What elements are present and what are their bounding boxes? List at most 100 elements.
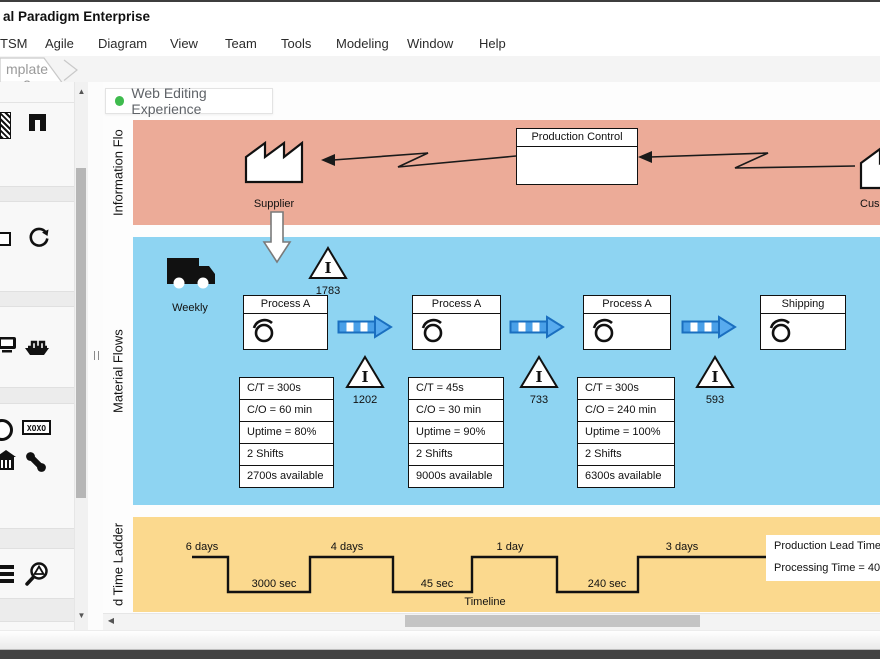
circular-arrow-icon[interactable] bbox=[26, 225, 50, 249]
phone-icon[interactable] bbox=[24, 449, 48, 473]
shipment-frequency-label: Weekly bbox=[156, 302, 224, 314]
palette-section-divider[interactable] bbox=[0, 528, 74, 549]
menu-diagram[interactable]: Diagram bbox=[98, 36, 147, 51]
menu-bar: TSM Agile Diagram View Team Tools Modeli… bbox=[0, 30, 880, 56]
menu-view[interactable]: View bbox=[170, 36, 198, 51]
push-arrow-icon[interactable] bbox=[337, 315, 393, 339]
process-title: Process A bbox=[584, 296, 670, 314]
lane-title-information[interactable]: Information Flo bbox=[105, 120, 131, 225]
supplier-factory-icon[interactable] bbox=[243, 136, 305, 186]
inventory-triangle-icon[interactable]: I bbox=[308, 245, 348, 281]
svg-text:I: I bbox=[711, 368, 718, 386]
timeline-title: Timeline bbox=[445, 596, 525, 608]
lead-time-summary-box[interactable]: Production Lead Time = Processing Time =… bbox=[766, 535, 880, 581]
inventory-count: 593 bbox=[695, 394, 735, 406]
tab-chevron-icon bbox=[64, 60, 77, 81]
data-row: C/T = 300s bbox=[578, 378, 674, 400]
wait-time-label: 4 days bbox=[317, 541, 377, 553]
monitor-icon[interactable] bbox=[0, 337, 18, 355]
svg-text:XOXO: XOXO bbox=[27, 424, 46, 433]
ring-shape-icon[interactable] bbox=[0, 419, 13, 441]
operator-icon bbox=[767, 317, 795, 345]
palette-section-divider[interactable] bbox=[0, 291, 74, 307]
go-see-magnifier-icon[interactable] bbox=[24, 561, 50, 587]
load-leveling-icon[interactable]: XOXO bbox=[22, 420, 51, 435]
truck-shipment-icon[interactable] bbox=[163, 246, 217, 294]
data-row: Uptime = 90% bbox=[409, 422, 503, 444]
small-box-icon[interactable] bbox=[0, 232, 11, 246]
data-row: C/T = 45s bbox=[409, 378, 503, 400]
push-arrow-icon[interactable] bbox=[681, 315, 737, 339]
palette-section-divider[interactable] bbox=[0, 186, 74, 202]
data-row: 2 Shifts bbox=[240, 444, 333, 466]
data-row: 6300s available bbox=[578, 466, 674, 487]
data-row: Uptime = 100% bbox=[578, 422, 674, 444]
stacked-bars-icon[interactable] bbox=[0, 563, 16, 585]
lane-title-material[interactable]: Material Flows bbox=[105, 237, 131, 505]
badge-label: Web Editing Experience bbox=[131, 85, 272, 117]
supplier-label: Supplier bbox=[235, 198, 313, 210]
workcell-icon[interactable] bbox=[26, 111, 49, 134]
palette-section-divider[interactable] bbox=[0, 387, 74, 404]
wait-time-label: 1 day bbox=[480, 541, 540, 553]
svg-text:I: I bbox=[535, 368, 542, 386]
push-arrow-icon[interactable] bbox=[509, 315, 565, 339]
process-data-box-2[interactable]: C/T = 45s C/O = 30 min Uptime = 90% 2 Sh… bbox=[408, 377, 504, 488]
data-row: C/T = 300s bbox=[240, 378, 333, 400]
hatched-shape-icon[interactable] bbox=[0, 112, 11, 139]
boat-icon[interactable] bbox=[24, 335, 50, 357]
process-time-label: 3000 sec bbox=[244, 578, 304, 590]
palette-section-divider[interactable] bbox=[0, 598, 74, 622]
operator-icon bbox=[590, 317, 618, 345]
shape-palette: XOXO bbox=[0, 82, 74, 630]
title-bar: al Paradigm Enterprise bbox=[0, 2, 880, 30]
production-control-box[interactable]: Production Control bbox=[516, 128, 638, 185]
lane-title-lead-time[interactable]: d Time Ladder bbox=[105, 517, 131, 612]
scroll-up-arrow[interactable]: ▲ bbox=[74, 86, 89, 98]
process-box-2[interactable]: Process A bbox=[412, 295, 501, 350]
canvas-hscrollbar-thumb[interactable] bbox=[405, 615, 700, 627]
process-data-box-1[interactable]: C/T = 300s C/O = 60 min Uptime = 80% 2 S… bbox=[239, 377, 334, 488]
process-title: Process A bbox=[413, 296, 500, 314]
customer-factory-icon[interactable] bbox=[858, 142, 880, 192]
shipping-box[interactable]: Shipping bbox=[760, 295, 846, 350]
diagram-canvas[interactable]: Information Flo Material Flows d Time La… bbox=[103, 82, 880, 613]
data-row: C/O = 240 min bbox=[578, 400, 674, 422]
green-status-dot-icon bbox=[115, 96, 124, 106]
wait-time-label: 6 days bbox=[172, 541, 232, 553]
splitter-grip-icon[interactable] bbox=[94, 351, 99, 360]
process-box-3[interactable]: Process A bbox=[583, 295, 671, 350]
operator-icon bbox=[419, 317, 447, 345]
scroll-left-arrow[interactable]: ◀ bbox=[103, 613, 119, 629]
palette-scrollbar-thumb[interactable] bbox=[76, 168, 86, 498]
data-row: C/O = 30 min bbox=[409, 400, 503, 422]
menu-tools[interactable]: Tools bbox=[281, 36, 311, 51]
process-time-label: 240 sec bbox=[577, 578, 637, 590]
data-row: C/O = 60 min bbox=[240, 400, 333, 422]
process-box-1[interactable]: Process A bbox=[243, 295, 328, 350]
inventory-triangle-icon[interactable]: I bbox=[345, 354, 385, 390]
menu-agile[interactable]: Agile bbox=[45, 36, 74, 51]
data-row: Uptime = 80% bbox=[240, 422, 333, 444]
processing-time: Processing Time = 40.3 bbox=[766, 557, 880, 579]
menu-team[interactable]: Team bbox=[225, 36, 257, 51]
svg-text:I: I bbox=[324, 259, 331, 277]
menu-help[interactable]: Help bbox=[479, 36, 506, 51]
process-data-box-3[interactable]: C/T = 300s C/O = 240 min Uptime = 100% 2… bbox=[577, 377, 675, 488]
inventory-triangle-icon[interactable]: I bbox=[519, 354, 559, 390]
web-editing-badge[interactable]: Web Editing Experience bbox=[105, 88, 273, 114]
data-row: 2 Shifts bbox=[578, 444, 674, 466]
building-icon[interactable] bbox=[0, 450, 16, 471]
inventory-count: 1202 bbox=[345, 394, 385, 406]
menu-vsm[interactable]: TSM bbox=[0, 36, 27, 51]
inventory-triangle-icon[interactable]: I bbox=[695, 354, 735, 390]
production-lead-time: Production Lead Time = bbox=[766, 535, 880, 557]
customer-label: Cus bbox=[860, 198, 880, 210]
process-time-label: 45 sec bbox=[407, 578, 467, 590]
production-control-label: Production Control bbox=[517, 129, 637, 147]
menu-window[interactable]: Window bbox=[407, 36, 453, 51]
menu-modeling[interactable]: Modeling bbox=[336, 36, 389, 51]
svg-text:I: I bbox=[361, 368, 368, 386]
diagram-tab-bar: mplate 2 bbox=[0, 56, 880, 84]
scroll-down-arrow[interactable]: ▼ bbox=[74, 610, 89, 622]
